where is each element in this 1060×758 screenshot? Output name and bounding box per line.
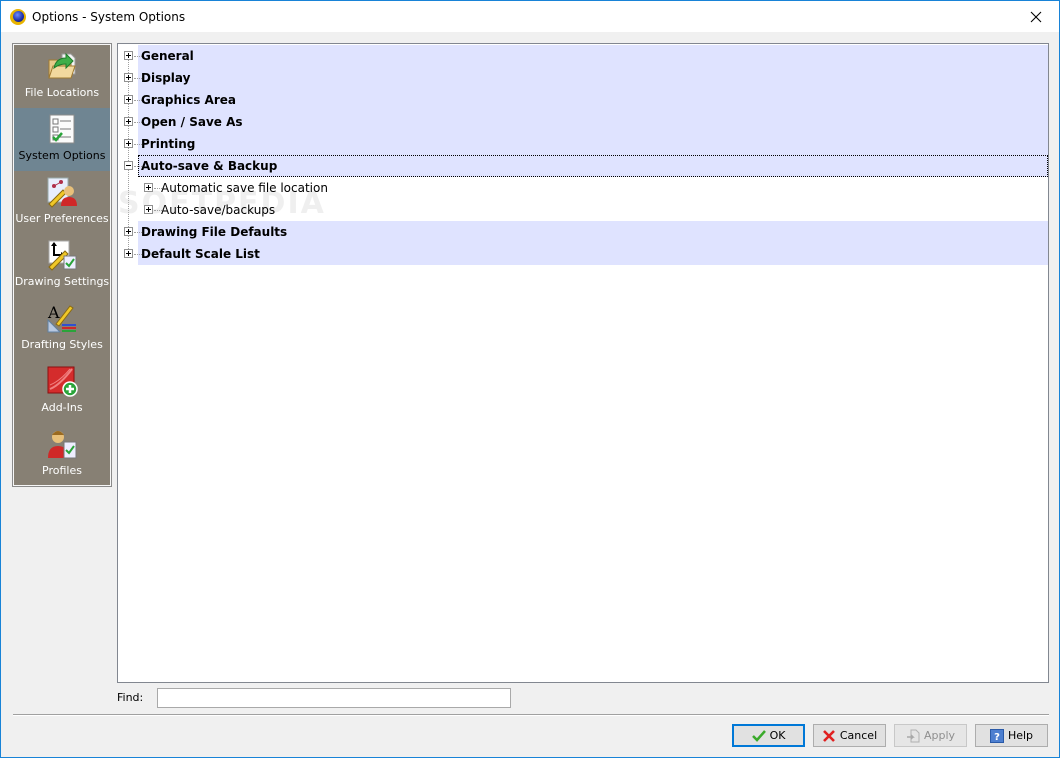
find-input[interactable] <box>157 688 511 708</box>
apply-button[interactable]: Apply <box>894 724 967 747</box>
expand-icon[interactable] <box>124 117 133 126</box>
sidebar-item-label: File Locations <box>24 86 100 99</box>
sidebar-item-label: Profiles <box>42 464 82 477</box>
user-preferences-icon <box>46 176 78 208</box>
drafting-styles-icon: A <box>46 302 78 334</box>
tree-node-auto-save-backups[interactable]: Auto-save/backups <box>118 199 1048 221</box>
sidebar-item-label: Drafting Styles <box>21 338 103 351</box>
sidebar-item-profiles[interactable]: Profiles <box>14 423 110 486</box>
title-bar: Options - System Options <box>1 1 1059 32</box>
divider <box>13 714 1049 716</box>
help-icon: ? <box>989 728 1004 743</box>
tree-node-auto-save-backup[interactable]: Auto-save & Backup <box>118 155 1048 177</box>
expand-icon[interactable] <box>124 73 133 82</box>
expand-icon[interactable] <box>124 227 133 236</box>
app-logo-icon <box>10 8 26 25</box>
sidebar-item-system-options[interactable]: System Options <box>14 108 110 171</box>
tree-node-display[interactable]: Display <box>118 67 1048 89</box>
expand-icon[interactable] <box>124 249 133 258</box>
expand-icon[interactable] <box>144 183 153 192</box>
sidebar-item-drafting-styles[interactable]: A Drafting Styles <box>14 297 110 360</box>
apply-icon <box>906 729 920 743</box>
tree-node-general[interactable]: General <box>118 45 1048 67</box>
tree-node-printing[interactable]: Printing <box>118 133 1048 155</box>
folder-arrow-icon <box>46 50 78 82</box>
help-button[interactable]: ? Help <box>975 724 1048 747</box>
sidebar-item-label: System Options <box>18 149 106 162</box>
options-sidebar: File Locations System Options User Prefe… <box>12 43 112 487</box>
sidebar-item-file-locations[interactable]: File Locations <box>14 45 110 108</box>
options-tree: SOFTPEDIA General Display Graphics Area … <box>117 43 1049 683</box>
x-icon <box>822 729 836 743</box>
sidebar-item-label: User Preferences <box>15 212 109 225</box>
cancel-button[interactable]: Cancel <box>813 724 886 747</box>
checklist-icon <box>46 113 78 145</box>
sidebar-item-label: Drawing Settings <box>14 275 110 288</box>
tree-node-automatic-save-file-location[interactable]: Automatic save file location <box>118 177 1048 199</box>
svg-text:?: ? <box>994 732 1000 743</box>
expand-icon[interactable] <box>144 205 153 214</box>
tree-node-drawing-file-defaults[interactable]: Drawing File Defaults <box>118 221 1048 243</box>
ok-button[interactable]: OK <box>732 724 805 747</box>
profiles-icon <box>46 428 78 460</box>
collapse-icon[interactable] <box>124 161 133 170</box>
tree-node-graphics-area[interactable]: Graphics Area <box>118 89 1048 111</box>
add-ins-icon <box>46 365 78 397</box>
window-title: Options - System Options <box>32 9 186 24</box>
options-dialog: Options - System Options File Locations <box>0 0 1060 758</box>
expand-icon[interactable] <box>124 95 133 104</box>
checkmark-icon <box>751 729 766 742</box>
close-button[interactable] <box>1013 1 1059 32</box>
sidebar-item-drawing-settings[interactable]: Drawing Settings <box>14 234 110 297</box>
close-icon <box>1030 11 1042 22</box>
expand-icon[interactable] <box>124 51 133 60</box>
expand-icon[interactable] <box>124 139 133 148</box>
sidebar-item-user-preferences[interactable]: User Preferences <box>14 171 110 234</box>
find-label: Find: <box>117 691 144 704</box>
tree-node-default-scale-list[interactable]: Default Scale List <box>118 243 1048 265</box>
sidebar-item-label: Add-Ins <box>41 401 83 414</box>
sidebar-item-add-ins[interactable]: Add-Ins <box>14 360 110 423</box>
tree-node-open-save-as[interactable]: Open / Save As <box>118 111 1048 133</box>
drawing-settings-icon <box>46 239 78 271</box>
svg-text:A: A <box>47 303 60 322</box>
